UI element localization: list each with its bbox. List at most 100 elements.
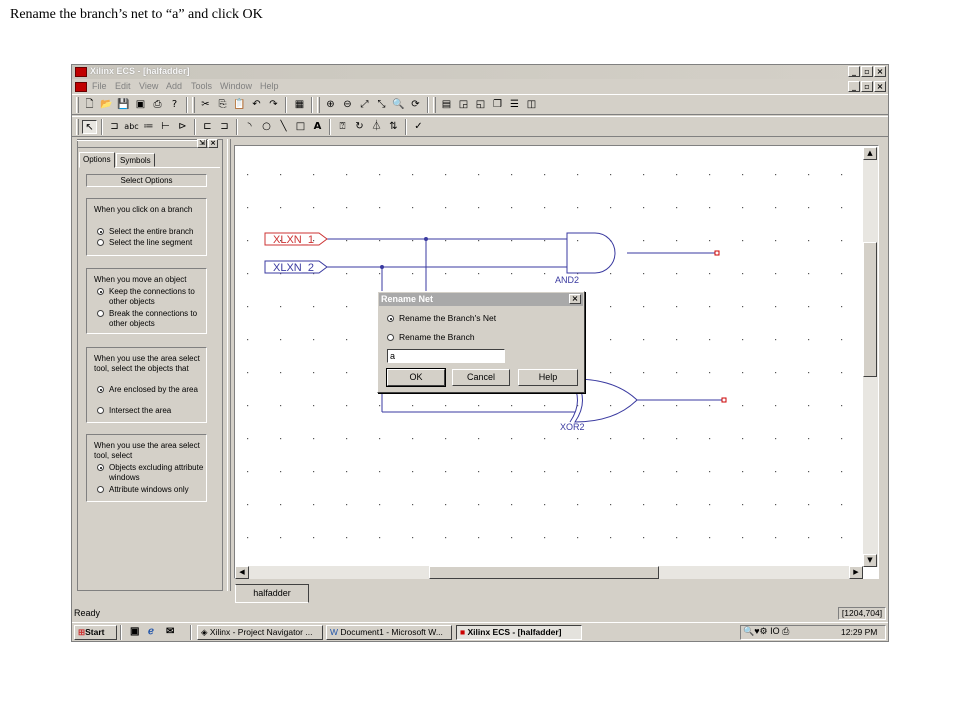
- open-icon[interactable]: 📂: [99, 98, 114, 112]
- minimize-button[interactable]: _: [848, 66, 860, 77]
- cascade-icon[interactable]: ❐: [490, 98, 505, 112]
- pop-icon[interactable]: ◱: [473, 98, 488, 112]
- option-select-line-segment[interactable]: Select the line segment: [97, 238, 207, 248]
- menu-file[interactable]: File: [92, 81, 107, 91]
- add-io-marker-icon[interactable]: ⊳: [175, 120, 190, 134]
- port-label-xlxn1[interactable]: XLXN_1: [273, 234, 314, 246]
- show-desktop-icon[interactable]: ▣: [130, 626, 139, 637]
- radio-icon[interactable]: [97, 288, 104, 295]
- draw-arc-icon[interactable]: ◝: [242, 120, 257, 134]
- panel-splitter[interactable]: [227, 139, 231, 591]
- restore-button[interactable]: ▫: [861, 66, 873, 77]
- port-label-xlxn2[interactable]: XLXN_2: [273, 262, 314, 274]
- start-button[interactable]: ⊞Start: [74, 625, 117, 640]
- find-icon[interactable]: ▦: [292, 98, 307, 112]
- doc-close-button[interactable]: ×: [874, 81, 886, 92]
- zoom-out-icon[interactable]: ⊖: [340, 98, 355, 112]
- draw-line-icon[interactable]: ╲: [276, 120, 291, 134]
- zoom-full-icon[interactable]: ⤢: [357, 98, 372, 112]
- menu-view[interactable]: View: [139, 81, 158, 91]
- option-enclosed-by-area[interactable]: Are enclosed by the area: [97, 385, 207, 395]
- scroll-right-button[interactable]: ▶: [849, 566, 863, 579]
- radio-icon[interactable]: [97, 386, 104, 393]
- cut-icon[interactable]: ✂: [198, 98, 213, 112]
- dialog-title[interactable]: Rename Net: [379, 293, 583, 306]
- save-all-icon[interactable]: ▣: [133, 98, 148, 112]
- panel-float-button[interactable]: ⇲: [197, 139, 207, 148]
- scroll-down-button[interactable]: ▼: [863, 554, 877, 567]
- print-icon[interactable]: ⎙: [150, 98, 165, 112]
- close-button[interactable]: ×: [874, 66, 886, 77]
- zoom-fit-icon[interactable]: ⤡: [374, 98, 389, 112]
- tab-symbols[interactable]: Symbols: [116, 153, 155, 167]
- internet-explorer-icon[interactable]: ℯ: [148, 626, 154, 637]
- option-intersect-area[interactable]: Intersect the area: [97, 406, 207, 416]
- add-text-icon[interactable]: A: [310, 120, 325, 134]
- dialog-close-button[interactable]: ×: [569, 294, 581, 304]
- taskbar-item-project-navigator[interactable]: ◈ Xilinx - Project Navigator ...: [197, 625, 323, 640]
- doc-restore-button[interactable]: ▫: [861, 81, 873, 92]
- draw-circle-icon[interactable]: ○: [259, 120, 274, 134]
- radio-icon[interactable]: [97, 310, 104, 317]
- radio-icon[interactable]: [97, 464, 104, 471]
- push-icon[interactable]: ◲: [456, 98, 471, 112]
- menu-help[interactable]: Help: [260, 81, 279, 91]
- menu-edit[interactable]: Edit: [115, 81, 131, 91]
- refresh-icon[interactable]: ⟳: [408, 98, 423, 112]
- horizontal-scroll-thumb[interactable]: [429, 566, 659, 579]
- horizontal-scrollbar[interactable]: ◀ ▶: [235, 566, 863, 579]
- radio-icon[interactable]: [97, 239, 104, 246]
- redo-icon[interactable]: ↷: [266, 98, 281, 112]
- add-bus-tap-icon[interactable]: ⊢: [158, 120, 173, 134]
- tile-vertical-icon[interactable]: ◫: [524, 98, 539, 112]
- paste-icon[interactable]: 📋: [232, 98, 247, 112]
- select-arrow-icon[interactable]: ↖: [82, 120, 97, 134]
- save-icon[interactable]: 💾: [116, 98, 131, 112]
- vertical-scroll-thumb[interactable]: [863, 242, 877, 377]
- new-icon[interactable]: 🗋: [82, 98, 97, 112]
- add-net-name-icon[interactable]: abc: [124, 120, 139, 134]
- taskbar-item-word-document[interactable]: W Document1 - Microsoft W...: [326, 625, 452, 640]
- rename-icon[interactable]: ≔: [141, 120, 156, 134]
- outlook-express-icon[interactable]: ✉: [166, 626, 174, 637]
- taskbar-item-xilinx-ecs[interactable]: ■ Xilinx ECS - [halfadder]: [456, 625, 582, 640]
- radio-icon[interactable]: [97, 407, 104, 414]
- scroll-left-button[interactable]: ◀: [235, 566, 249, 579]
- menu-window[interactable]: Window: [220, 81, 252, 91]
- option-select-entire-branch[interactable]: Select the entire branch: [97, 227, 207, 237]
- zoom-in-icon[interactable]: ⊕: [323, 98, 338, 112]
- doc-minimize-button[interactable]: _: [848, 81, 860, 92]
- option-objects-excluding-attributes[interactable]: Objects excluding attribute windows: [97, 463, 207, 482]
- tab-options[interactable]: Options: [79, 152, 115, 168]
- menu-add[interactable]: Add: [166, 81, 182, 91]
- radio-icon[interactable]: [97, 228, 104, 235]
- ok-button[interactable]: OK: [386, 368, 446, 387]
- option-break-connections[interactable]: Break the connections to other objects: [97, 309, 207, 328]
- radio-icon[interactable]: [97, 486, 104, 493]
- zoom-area-icon[interactable]: 🔍: [391, 98, 406, 112]
- tile-horizontal-icon[interactable]: ☰: [507, 98, 522, 112]
- option-rename-branch-net[interactable]: Rename the Branch's Net: [387, 313, 577, 324]
- menu-tools[interactable]: Tools: [191, 81, 212, 91]
- hierarchy-icon[interactable]: ▤: [439, 98, 454, 112]
- panel-grip[interactable]: [77, 140, 217, 148]
- net-name-input[interactable]: a: [387, 349, 505, 363]
- radio-icon[interactable]: [387, 315, 394, 322]
- option-attribute-windows-only[interactable]: Attribute windows only: [97, 485, 207, 495]
- cancel-button[interactable]: Cancel: [452, 369, 510, 386]
- title-bar[interactable]: Xilinx ECS - [halfadder] _ ▫ ×: [72, 65, 888, 79]
- vertical-scrollbar[interactable]: ▲ ▼: [863, 147, 878, 567]
- add-symbol-icon[interactable]: ⊏: [200, 120, 215, 134]
- option-rename-branch[interactable]: Rename the Branch: [387, 332, 577, 343]
- check-schematic-icon[interactable]: ✓: [411, 120, 426, 134]
- tray-icons[interactable]: 🔍♥⚙ IO ⎙: [743, 626, 789, 637]
- help-pointer-icon[interactable]: ?: [167, 98, 182, 112]
- copy-icon[interactable]: ⎘: [215, 98, 230, 112]
- swap-icon[interactable]: ⇅: [386, 120, 401, 134]
- undo-icon[interactable]: ↶: [249, 98, 264, 112]
- document-tab-halfadder[interactable]: halfadder: [235, 584, 309, 603]
- draw-rectangle-icon[interactable]: □: [293, 120, 308, 134]
- panel-close-button[interactable]: ×: [208, 139, 218, 148]
- rotate-icon[interactable]: ↻: [352, 120, 367, 134]
- symbol-info-icon[interactable]: ⍰: [335, 120, 350, 134]
